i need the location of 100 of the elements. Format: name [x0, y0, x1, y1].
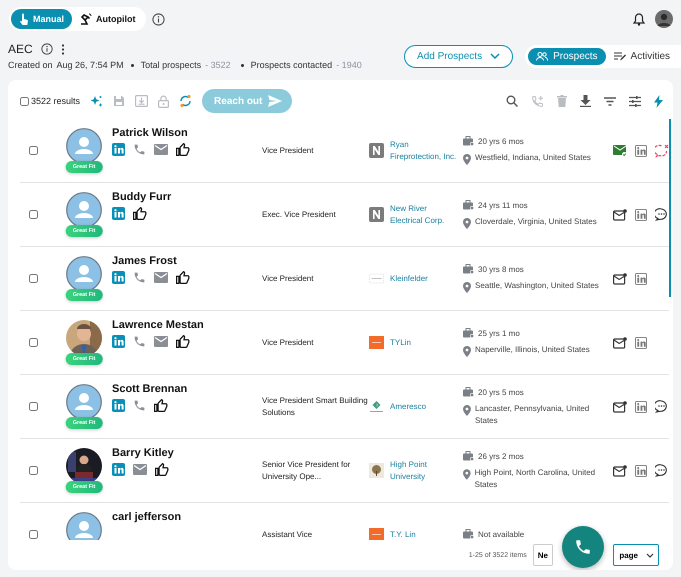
linkedin-icon[interactable]: [635, 464, 647, 476]
linkedin-icon[interactable]: [635, 208, 647, 220]
info-icon[interactable]: [152, 12, 165, 26]
linkedin-icon[interactable]: [635, 336, 647, 348]
info-icon[interactable]: [40, 43, 53, 55]
tenure-text: 30 yrs 8 mos: [478, 264, 524, 276]
chat-bubble-icon[interactable]: [655, 208, 668, 221]
envelope-icon[interactable]: [133, 464, 147, 475]
briefcase-icon: [463, 386, 474, 396]
thumbs-up-icon[interactable]: [155, 463, 169, 476]
envelope-icon[interactable]: [154, 272, 168, 283]
row-checkbox[interactable]: [29, 274, 38, 283]
row-checkbox[interactable]: [29, 210, 38, 219]
linkedin-icon[interactable]: [635, 272, 647, 284]
phone-icon[interactable]: [133, 399, 146, 412]
prospect-name[interactable]: Buddy Furr: [112, 191, 262, 203]
location-pin-icon: [463, 218, 471, 229]
chat-cross-icon[interactable]: [655, 144, 669, 158]
add-prospects-button[interactable]: Add Prospects: [404, 44, 514, 68]
row-checkbox[interactable]: [29, 402, 38, 411]
view-tab[interactable]: Prospects: [528, 48, 606, 64]
briefcase-icon: [463, 200, 474, 210]
linkedin-icon[interactable]: [635, 400, 647, 412]
thumbs-up-icon[interactable]: [154, 399, 168, 412]
list-title: AEC: [8, 42, 33, 56]
chat-bubble-icon[interactable]: [655, 400, 668, 413]
job-title: Vice President: [262, 272, 314, 284]
linkedin-icon[interactable]: [112, 271, 125, 284]
envelope-plus-icon[interactable]: [613, 464, 627, 476]
company-link[interactable]: High Point University: [390, 458, 458, 482]
contacted-count: - 1940: [336, 60, 362, 70]
thumbs-up-icon[interactable]: [176, 335, 190, 348]
thumbs-up-icon[interactable]: [133, 207, 147, 220]
row-checkbox[interactable]: [29, 146, 38, 155]
avatar-icon: [66, 256, 102, 292]
linkedin-icon[interactable]: [112, 463, 125, 476]
avatar-icon: [66, 384, 102, 420]
call-button[interactable]: [562, 526, 604, 568]
prospect-name[interactable]: Barry Kitley: [112, 447, 262, 459]
company-link[interactable]: Ryan Fireprotection, Inc.: [390, 138, 458, 162]
lightning-icon[interactable]: [654, 94, 663, 108]
send-icon: [268, 95, 282, 107]
envelope-plus-icon[interactable]: [613, 336, 627, 348]
briefcase-icon: [463, 264, 474, 274]
location-pin-icon: [463, 346, 471, 357]
company-logo: [369, 527, 384, 540]
people-icon: [536, 52, 548, 60]
company-link[interactable]: Ameresco: [390, 400, 458, 412]
row-checkbox[interactable]: [29, 466, 38, 475]
prospect-name[interactable]: James Frost: [112, 255, 262, 267]
envelope-check-icon[interactable]: [613, 144, 627, 156]
location-text: High Point, North Carolina, United States: [474, 466, 596, 490]
row-checkbox[interactable]: [29, 338, 38, 347]
sync-icon[interactable]: [179, 94, 192, 108]
phone-icon[interactable]: [133, 271, 146, 284]
filter-icon[interactable]: [604, 96, 616, 106]
phone-icon[interactable]: [133, 335, 146, 348]
envelope-plus-icon[interactable]: [613, 400, 627, 412]
page-size-select[interactable]: page: [613, 544, 659, 566]
tenure-text: 20 yrs 5 mos: [478, 386, 524, 398]
envelope-icon[interactable]: [154, 336, 168, 347]
bell-icon[interactable]: [633, 12, 645, 26]
chat-bubble-icon[interactable]: [655, 464, 668, 477]
company-link[interactable]: T.Y. Lin: [390, 528, 458, 540]
linkedin-icon[interactable]: [635, 144, 647, 156]
company-logo: [369, 271, 384, 286]
company-link[interactable]: TYLin: [390, 336, 458, 348]
thumbs-up-icon[interactable]: [176, 271, 190, 284]
mode-tab[interactable]: Manual: [11, 9, 72, 29]
more-icon[interactable]: [60, 44, 65, 54]
prospect-name[interactable]: carl jefferson: [112, 511, 262, 523]
prospect-name[interactable]: Patrick Wilson: [112, 127, 262, 139]
sparkle-icon[interactable]: [90, 94, 104, 108]
envelope-plus-icon[interactable]: [613, 208, 627, 220]
phone-icon[interactable]: [133, 143, 146, 156]
envelope-icon[interactable]: [154, 144, 168, 155]
linkedin-icon[interactable]: [112, 143, 125, 156]
select-all-checkbox[interactable]: [20, 96, 29, 106]
download-icon[interactable]: [580, 95, 591, 107]
company-link[interactable]: Kleinfelder: [390, 272, 458, 284]
thumbs-up-icon[interactable]: [176, 143, 190, 156]
location-pin-icon: [463, 154, 471, 165]
envelope-plus-icon[interactable]: [613, 272, 627, 284]
company-link[interactable]: New River Electrical Corp.: [390, 202, 458, 226]
scrollbar[interactable]: [669, 119, 671, 297]
linkedin-icon[interactable]: [112, 207, 125, 220]
next-button[interactable]: Ne: [532, 544, 553, 566]
linkedin-icon[interactable]: [112, 335, 125, 348]
row-checkbox[interactable]: [29, 530, 38, 539]
total-label: Total prospects: [140, 60, 202, 70]
linkedin-icon[interactable]: [112, 399, 125, 412]
mode-tab[interactable]: Autopilot: [72, 9, 144, 29]
search-icon[interactable]: [506, 95, 518, 107]
avatar-icon: [66, 512, 102, 540]
briefcase-icon: [463, 136, 474, 146]
prospect-name[interactable]: Scott Brennan: [112, 383, 262, 395]
phone-icon: [574, 538, 592, 556]
prospect-name[interactable]: Lawrence Mestan: [112, 319, 262, 331]
view-tab[interactable]: Activities: [606, 48, 678, 64]
sliders-icon[interactable]: [629, 96, 641, 106]
